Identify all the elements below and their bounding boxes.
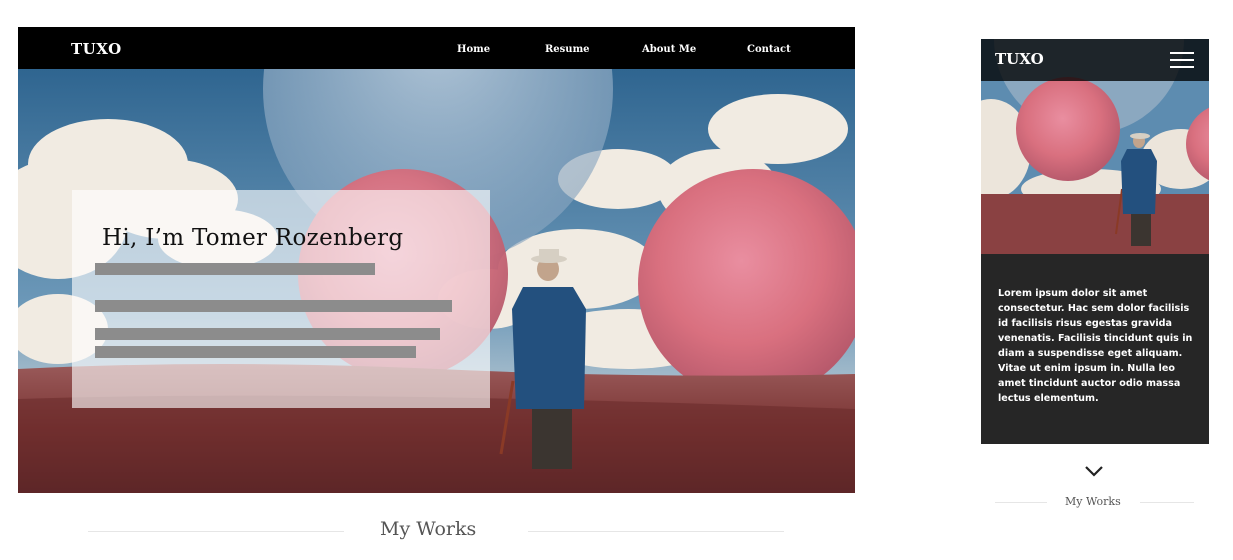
nav-link-about-me[interactable]: About Me bbox=[642, 44, 696, 55]
desktop-my-works-heading: My Works bbox=[18, 512, 855, 548]
redacted-text-line bbox=[95, 300, 452, 312]
hero-section: Hi, I’m Tomer Rozenberg bbox=[18, 69, 855, 493]
desktop-nav-menu: Home Resume About Me Contact bbox=[18, 44, 855, 58]
desktop-mockup: TUXO Home Resume About Me Contact Hi, I’… bbox=[18, 27, 855, 493]
my-works-label: My Works bbox=[380, 518, 477, 540]
mobile-mockup: TUXO Lorem ipsum dolor sit amet consecte… bbox=[981, 39, 1209, 444]
hero-intro-card: Hi, I’m Tomer Rozenberg bbox=[72, 190, 490, 408]
divider bbox=[88, 531, 344, 532]
mobile-site-logo[interactable]: TUXO bbox=[995, 50, 1044, 68]
divider bbox=[528, 531, 784, 532]
redacted-text-line bbox=[95, 346, 416, 358]
redacted-subtitle bbox=[95, 263, 375, 275]
mobile-intro-text: Lorem ipsum dolor sit amet consectetur. … bbox=[998, 288, 1193, 404]
mobile-navbar: TUXO bbox=[981, 39, 1209, 81]
nav-link-resume[interactable]: Resume bbox=[545, 44, 590, 55]
mobile-my-works-label: My Works bbox=[1065, 495, 1121, 508]
desktop-navbar: TUXO Home Resume About Me Contact bbox=[18, 27, 855, 69]
hamburger-icon[interactable] bbox=[1170, 52, 1194, 69]
hero-title: Hi, I’m Tomer Rozenberg bbox=[102, 225, 404, 251]
redacted-text-line bbox=[95, 328, 440, 340]
divider bbox=[995, 502, 1047, 503]
nav-link-contact[interactable]: Contact bbox=[747, 44, 791, 55]
chevron-down-icon[interactable] bbox=[1084, 464, 1104, 478]
nav-link-home[interactable]: Home bbox=[457, 44, 490, 55]
divider bbox=[1140, 502, 1194, 503]
